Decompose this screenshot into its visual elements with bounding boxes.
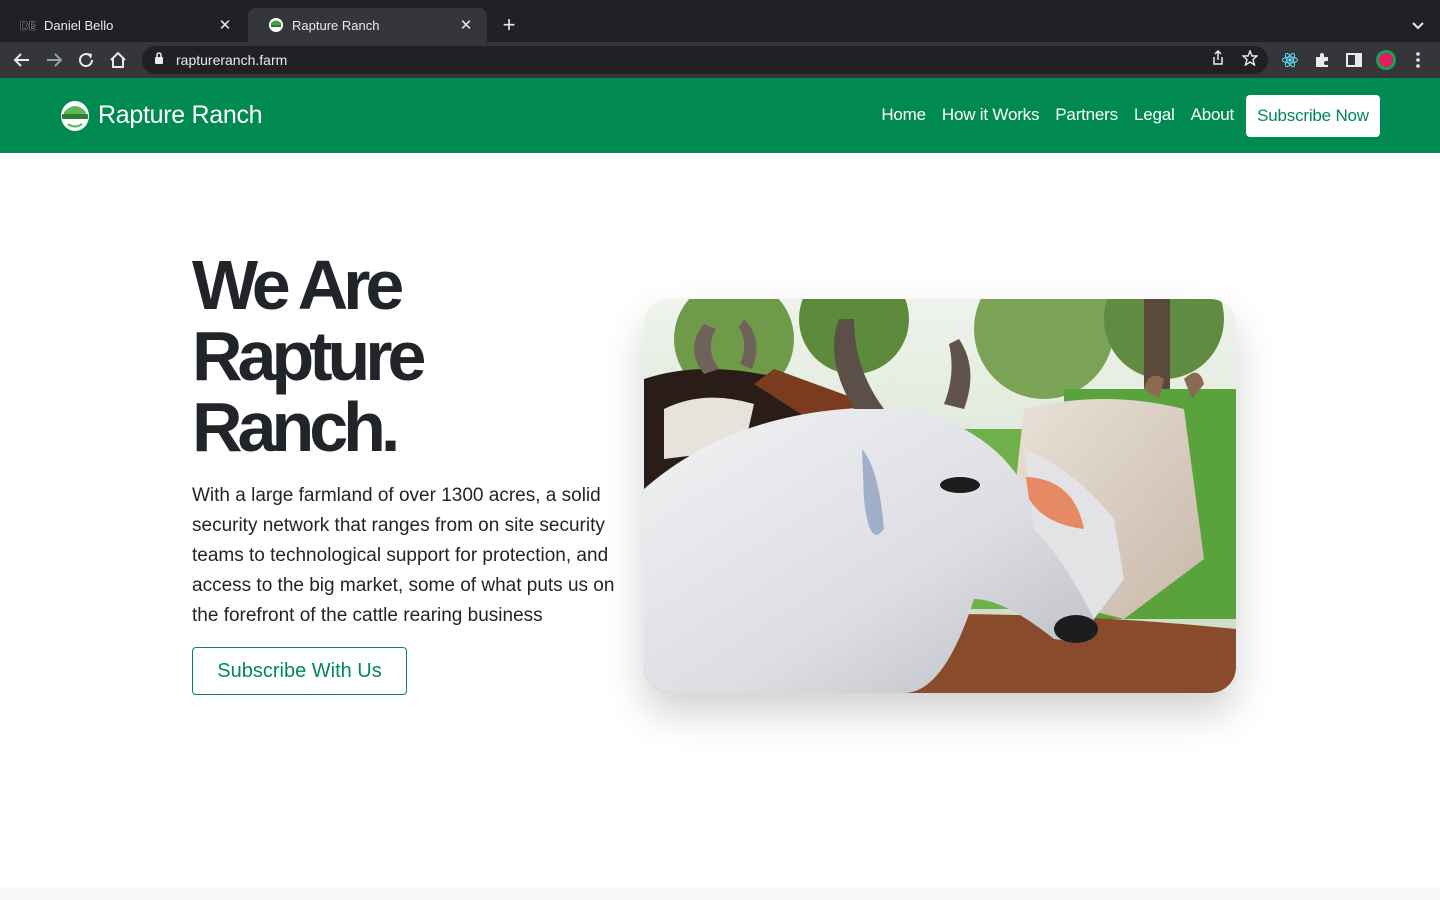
address-bar[interactable]: raptureranch.farm [142, 46, 1268, 74]
tab-search-chevron-icon[interactable] [1406, 13, 1430, 37]
brand-name: Rapture Ranch [98, 100, 263, 129]
subscribe-now-button[interactable]: Subscribe Now [1246, 95, 1380, 137]
hero-description: With a large farmland of over 1300 acres… [192, 485, 615, 626]
main-nav: Home How it Works Partners Legal About [865, 105, 1234, 125]
hero-title: We Are Rapture Ranch. [192, 250, 632, 463]
back-arrow-icon[interactable] [10, 48, 34, 72]
hero-title-line: Rapture [192, 317, 426, 395]
browser-tab-rapture-ranch[interactable]: Rapture Ranch ✕ [248, 8, 487, 42]
nav-link-home[interactable]: Home [881, 105, 926, 125]
browser-tab-bar: DB Daniel Bello ✕ Rapture Ranch ✕ + [0, 0, 1440, 42]
side-panel-icon[interactable] [1342, 48, 1366, 72]
bookmark-star-icon[interactable] [1240, 48, 1260, 68]
page-footer-edge [0, 887, 1440, 900]
close-tab-icon[interactable]: ✕ [216, 16, 234, 34]
svg-text:DB: DB [20, 19, 36, 32]
react-devtools-icon[interactable] [1278, 48, 1302, 72]
browser-tab-daniel-bello[interactable]: DB Daniel Bello ✕ [0, 8, 246, 42]
rapture-ranch-logo-icon [59, 98, 91, 132]
rapture-ranch-favicon-icon [268, 17, 284, 33]
tab-title: Rapture Ranch [292, 17, 380, 33]
nav-link-how-it-works[interactable]: How it Works [942, 105, 1040, 125]
close-tab-icon[interactable]: ✕ [457, 16, 475, 34]
lock-icon[interactable] [154, 51, 164, 69]
extensions-puzzle-icon[interactable] [1310, 48, 1334, 72]
profile-avatar[interactable] [1374, 48, 1398, 72]
new-tab-plus-icon[interactable]: + [497, 13, 521, 37]
nav-link-about[interactable]: About [1191, 105, 1235, 125]
url-text[interactable]: raptureranch.farm [176, 52, 287, 68]
forward-arrow-icon[interactable] [42, 48, 66, 72]
brand-home-link[interactable]: Rapture Ranch [59, 98, 263, 132]
hero-cattle-image [644, 299, 1236, 693]
hero-title-line: Ranch. [192, 388, 400, 466]
site-header: Rapture Ranch Home How it Works Partners… [0, 78, 1440, 153]
nav-link-partners[interactable]: Partners [1055, 105, 1118, 125]
reload-icon[interactable] [74, 48, 98, 72]
nav-link-legal[interactable]: Legal [1134, 105, 1175, 125]
home-icon[interactable] [106, 48, 130, 72]
browser-toolbar: raptureranch.farm [0, 42, 1440, 78]
subscribe-with-us-button[interactable]: Subscribe With Us [192, 647, 407, 695]
share-icon[interactable] [1208, 48, 1228, 68]
hero-title-line: We Are [192, 246, 404, 324]
tab-title: Daniel Bello [44, 17, 114, 33]
db-favicon-icon: DB [20, 17, 36, 33]
browser-menu-kebab-icon[interactable] [1406, 48, 1430, 72]
